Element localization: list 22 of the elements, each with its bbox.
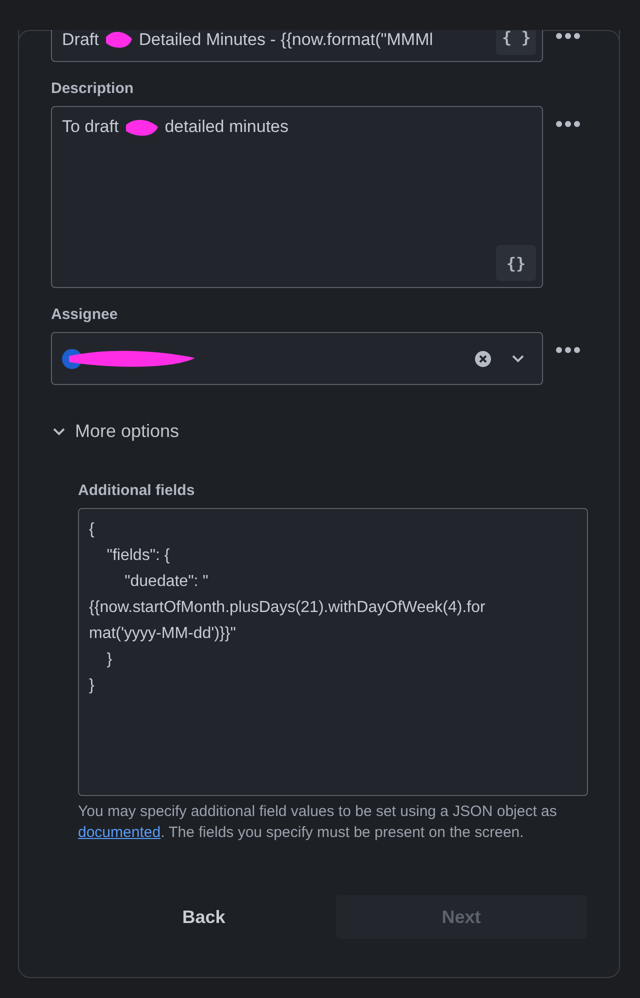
more-icon[interactable] [555,32,581,40]
more-icon[interactable] [555,120,581,128]
clear-icon[interactable] [475,350,491,366]
field-value: To draft [62,117,119,137]
help-text: You may specify additional field values to be set using a JSON object as documented. The fields you specify must be present on the screen. [78,802,558,843]
field-value: detailed minutes [164,117,289,137]
chevron-down-icon[interactable] [512,354,524,362]
assignee-select[interactable] [51,332,543,385]
json-field[interactable]: { "fields": { "duedate": " {{now.startOfMonth.plusDays(21).withDayOfWeek(4).for mat('yyyy-MM-dd')}}" } } [78,508,588,796]
summary-field[interactable]: Draft Detailed Minutes - {{now.format("MMMl { } [51,30,543,62]
field-label: Assignee [51,306,119,323]
field-label: Additional fields [78,482,196,499]
field-value: Detailed Minutes - {{now.format("MMMl [138,30,434,50]
field-value: Draft [62,30,99,50]
more-icon[interactable] [555,346,581,354]
documented-link[interactable]: documented [78,824,161,841]
template-button[interactable]: {} [496,245,536,281]
template-button[interactable]: { } [496,30,536,55]
field-label: Description [51,80,135,97]
description-field[interactable]: To draft detailed minutes {} [51,106,543,288]
more-options-toggle[interactable]: More options [53,421,587,442]
back-button[interactable]: Back [78,895,330,939]
